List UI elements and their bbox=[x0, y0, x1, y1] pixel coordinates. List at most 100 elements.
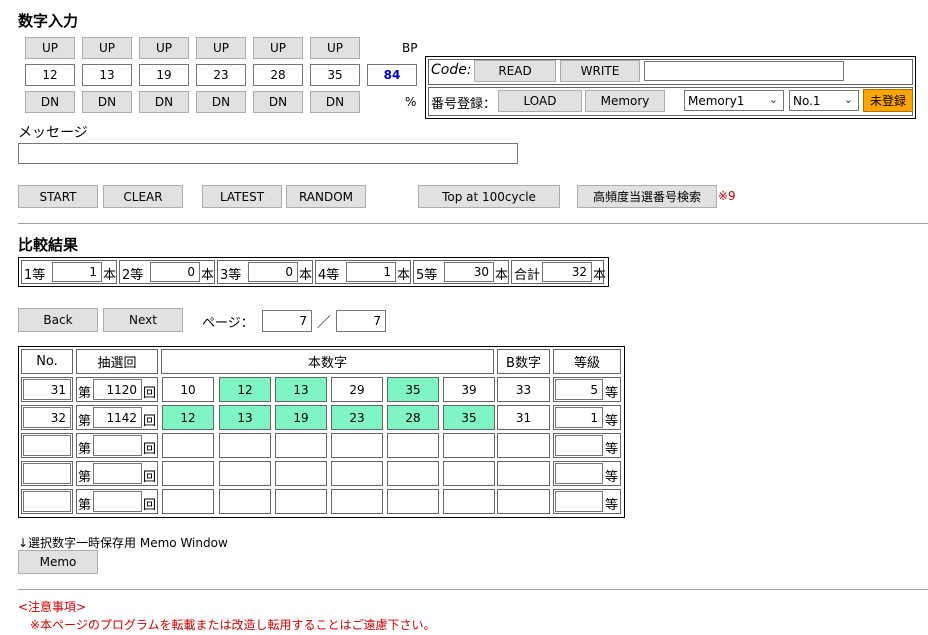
grade-field bbox=[555, 463, 603, 484]
high-frequency-search-button[interactable]: 高頻度当選番号検索 bbox=[577, 185, 717, 208]
number-field-5[interactable]: 28 bbox=[253, 64, 303, 86]
page-label: ページ： bbox=[202, 316, 254, 331]
top100-button[interactable]: Top at 100cycle bbox=[418, 185, 560, 208]
start-button[interactable]: START bbox=[18, 185, 98, 208]
page-separator: ／ bbox=[317, 315, 331, 331]
divider bbox=[18, 589, 928, 590]
main-number-cell bbox=[275, 461, 327, 486]
grade-label: 1等 bbox=[24, 268, 46, 283]
unit-label: 本 bbox=[397, 268, 411, 283]
grade-label: 合計 bbox=[514, 268, 541, 283]
read-button[interactable]: READ bbox=[474, 60, 556, 82]
draw-suffix: 回 bbox=[143, 442, 157, 457]
grade-count-field: 0 bbox=[248, 262, 298, 282]
bp-value-field: 84 bbox=[367, 64, 417, 86]
memory-select-value: Memory1 bbox=[688, 93, 745, 108]
main-number-cell bbox=[443, 461, 495, 486]
main-number-cell: 12 bbox=[219, 377, 271, 402]
grade-suffix: 等 bbox=[605, 442, 619, 457]
grade-field bbox=[555, 435, 603, 456]
bonus-number-cell: 33 bbox=[497, 377, 550, 402]
number-select[interactable]: No.1 ⌄ bbox=[789, 90, 859, 111]
page-title: 数字入力 bbox=[18, 12, 79, 30]
load-button[interactable]: LOAD bbox=[498, 90, 582, 112]
register-label: 番号登録： bbox=[431, 97, 497, 112]
bonus-number-cell bbox=[497, 433, 550, 458]
dn-button-5[interactable]: DN bbox=[253, 91, 303, 113]
bonus-number-cell bbox=[497, 489, 550, 514]
draw-suffix: 回 bbox=[143, 498, 157, 513]
main-number-cell: 29 bbox=[331, 377, 383, 402]
dn-button-4[interactable]: DN bbox=[196, 91, 246, 113]
dn-button-3[interactable]: DN bbox=[139, 91, 189, 113]
code-input[interactable] bbox=[644, 61, 844, 81]
write-button[interactable]: WRITE bbox=[560, 60, 640, 82]
grade-label: 4等 bbox=[318, 268, 340, 283]
memory-select[interactable]: Memory1 ⌄ bbox=[684, 90, 784, 111]
up-button-2[interactable]: UP bbox=[82, 37, 132, 59]
grade-field: 1 bbox=[555, 407, 603, 428]
unit-label: 本 bbox=[593, 268, 607, 283]
up-button-1[interactable]: UP bbox=[25, 37, 75, 59]
unit-label: 本 bbox=[201, 268, 215, 283]
table-header: No. bbox=[21, 349, 73, 374]
main-number-cell bbox=[387, 433, 439, 458]
latest-button[interactable]: LATEST bbox=[202, 185, 282, 208]
next-button[interactable]: Next bbox=[103, 308, 183, 332]
table-header: 本数字 bbox=[161, 349, 494, 374]
message-field[interactable] bbox=[18, 143, 518, 164]
draw-number-field bbox=[93, 463, 142, 484]
up-button-5[interactable]: UP bbox=[253, 37, 303, 59]
grade-suffix: 等 bbox=[605, 470, 619, 485]
draw-prefix: 第 bbox=[78, 414, 92, 429]
number-field-2[interactable]: 13 bbox=[82, 64, 132, 86]
grade-suffix: 等 bbox=[605, 498, 619, 513]
draw-prefix: 第 bbox=[78, 386, 92, 401]
number-select-value: No.1 bbox=[793, 93, 821, 108]
dn-button-2[interactable]: DN bbox=[82, 91, 132, 113]
main-number-cell bbox=[162, 489, 214, 514]
number-field-6[interactable]: 35 bbox=[310, 64, 360, 86]
clear-button[interactable]: CLEAR bbox=[103, 185, 183, 208]
memo-button[interactable]: Memo bbox=[18, 550, 98, 574]
grade-label: 2等 bbox=[122, 268, 144, 283]
main-number-cell: 35 bbox=[387, 377, 439, 402]
main-number-cell bbox=[162, 433, 214, 458]
number-field-4[interactable]: 23 bbox=[196, 64, 246, 86]
main-number-cell: 19 bbox=[275, 405, 327, 430]
percent-label: % bbox=[405, 95, 417, 109]
code-label: Code: bbox=[431, 62, 472, 78]
dn-button-6[interactable]: DN bbox=[310, 91, 360, 113]
grade-count-field: 32 bbox=[542, 262, 592, 282]
main-number-cell: 10 bbox=[162, 377, 214, 402]
main-number-cell bbox=[387, 489, 439, 514]
main-number-cell: 13 bbox=[219, 405, 271, 430]
grade-count-field: 1 bbox=[346, 262, 396, 282]
row-number-field bbox=[23, 463, 71, 484]
status-badge[interactable]: 未登録 bbox=[863, 89, 913, 112]
divider bbox=[18, 223, 928, 224]
chevron-down-icon: ⌄ bbox=[768, 93, 778, 106]
random-button[interactable]: RANDOM bbox=[286, 185, 366, 208]
number-field-3[interactable]: 19 bbox=[139, 64, 189, 86]
comparison-title: 比較結果 bbox=[18, 236, 79, 254]
main-number-cell bbox=[219, 489, 271, 514]
notice-text: ※本ページのプログラムを転載または改造し転用することはご遠慮下さい。 bbox=[30, 618, 436, 632]
dn-button-1[interactable]: DN bbox=[25, 91, 75, 113]
table-header: B数字 bbox=[497, 349, 550, 374]
current-page-field[interactable]: 7 bbox=[262, 310, 312, 332]
unit-label: 本 bbox=[495, 268, 509, 283]
up-button-3[interactable]: UP bbox=[139, 37, 189, 59]
draw-number-field bbox=[93, 491, 142, 512]
unit-label: 本 bbox=[103, 268, 117, 283]
up-button-6[interactable]: UP bbox=[310, 37, 360, 59]
draw-suffix: 回 bbox=[143, 470, 157, 485]
main-number-cell bbox=[275, 433, 327, 458]
memory-button[interactable]: Memory bbox=[585, 90, 665, 112]
main-number-cell bbox=[387, 461, 439, 486]
back-button[interactable]: Back bbox=[18, 308, 98, 332]
memo-caption: ↓選択数字一時保存用 Memo Window bbox=[18, 536, 228, 550]
up-button-4[interactable]: UP bbox=[196, 37, 246, 59]
main-number-cell bbox=[331, 433, 383, 458]
number-field-1[interactable]: 12 bbox=[25, 64, 75, 86]
